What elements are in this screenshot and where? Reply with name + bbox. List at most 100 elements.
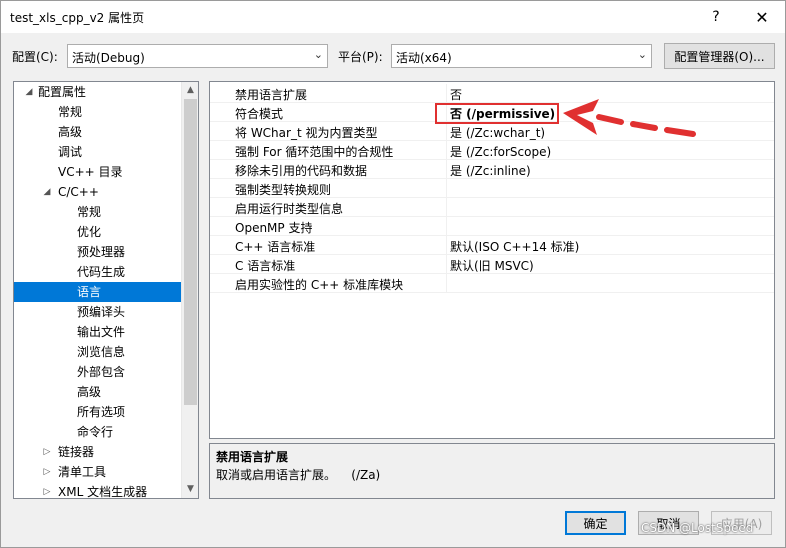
tree-item-label: 配置属性 [38,85,87,99]
property-pages-window: test_xls_cpp_v2 属性页 ? ✕ 配置(C): 活动(Debug)… [0,0,786,548]
column-divider [446,84,447,103]
annotation-highlight-box [435,103,559,124]
tree-item[interactable]: ▷ 链接器 [14,442,181,462]
tree-item[interactable]: 命令行 [14,422,181,442]
tree-item-label: 语言 [77,285,102,299]
tree-item[interactable]: VC++ 目录 [14,162,181,182]
property-row[interactable]: 启用运行时类型信息 [210,198,774,217]
property-row[interactable]: 移除未引用的代码和数据 是 (/Zc:inline) [210,160,774,179]
tree-item[interactable]: 常规 [14,102,181,122]
tree-item-label: 常规 [77,205,102,219]
column-divider [446,198,447,217]
tree-item-label: C/C++ [58,185,99,199]
tree-item-label: 所有选项 [77,405,126,419]
property-value[interactable]: 是 (/Zc:inline) [450,162,531,179]
property-name: 移除未引用的代码和数据 [235,164,368,178]
property-name: 强制 For 循环范围中的合规性 [235,145,394,159]
tree-item[interactable]: ◢ 配置属性 [14,82,181,102]
property-value[interactable]: 否 [450,86,462,103]
property-name: 启用运行时类型信息 [235,202,344,216]
property-row[interactable]: 强制 For 循环范围中的合规性 是 (/Zc:forScope) [210,141,774,160]
tree-scrollbar[interactable]: ▲ ▼ [181,82,198,498]
collapse-icon[interactable]: ◢ [42,182,52,202]
tree-item-label: 外部包含 [77,365,126,379]
tree-item-label: 预处理器 [77,245,126,259]
expand-icon[interactable]: ▷ [42,442,52,462]
property-row[interactable]: OpenMP 支持 [210,217,774,236]
property-row[interactable]: C++ 语言标准 默认(ISO C++14 标准) [210,236,774,255]
close-button[interactable]: ✕ [739,1,785,33]
help-icon: ? [712,9,720,25]
property-name: 禁用语言扩展 [235,88,308,102]
property-row[interactable]: 启用实验性的 C++ 标准库模块 [210,274,774,293]
tree-item[interactable]: ▷ XML 文档生成器 [14,482,181,499]
property-name: 将 WChar_t 视为内置类型 [235,126,378,140]
title-bar: test_xls_cpp_v2 属性页 ? ✕ [1,1,785,33]
tree-item[interactable]: ▷ 清单工具 [14,462,181,482]
chevron-down-icon: ⌄ [313,48,323,61]
tree-item-label: 高级 [77,385,102,399]
config-value: 活动(Debug) [72,51,145,65]
collapse-icon[interactable]: ◢ [24,82,34,102]
property-row[interactable]: C 语言标准 默认(旧 MSVC) [210,255,774,274]
scroll-up-icon[interactable]: ▲ [182,82,198,99]
tree-item-label: 链接器 [58,445,95,459]
tree-item[interactable]: 语言 [14,282,181,302]
tree-item-label: 代码生成 [77,265,126,279]
tree-item-label: 浏览信息 [77,345,126,359]
property-name: C 语言标准 [235,259,296,273]
property-value[interactable]: 默认(ISO C++14 标准) [450,238,579,255]
tree-item-label: 调试 [58,145,83,159]
tree-item-label: 高级 [58,125,83,139]
property-value[interactable]: 是 (/Zc:forScope) [450,143,551,160]
tree-item[interactable]: 输出文件 [14,322,181,342]
platform-combo[interactable]: 活动(x64) ⌄ [391,44,652,68]
chevron-down-icon: ⌄ [637,48,647,61]
tree-item[interactable]: 浏览信息 [14,342,181,362]
column-divider [446,236,447,255]
platform-label: 平台(P): [338,50,383,64]
property-value[interactable]: 默认(旧 MSVC) [450,257,534,274]
scroll-down-icon[interactable]: ▼ [182,481,198,498]
column-divider [446,217,447,236]
tree-item[interactable]: 优化 [14,222,181,242]
tree-item[interactable]: 预处理器 [14,242,181,262]
column-divider [446,255,447,274]
tree-item-label: 清单工具 [58,465,107,479]
tree-item[interactable]: 预编译头 [14,302,181,322]
tree-item-label: 输出文件 [77,325,126,339]
tree-item[interactable]: 外部包含 [14,362,181,382]
tree-item[interactable]: 高级 [14,382,181,402]
column-divider [446,179,447,198]
tree-item[interactable]: 调试 [14,142,181,162]
description-title: 禁用语言扩展 [216,450,289,464]
scroll-thumb[interactable] [184,99,197,405]
description-text: 取消或启用语言扩展。 (/Za) [216,468,381,482]
ok-button[interactable]: 确定 [565,511,626,535]
tree-item-label: 预编译头 [77,305,126,319]
column-divider [446,274,447,293]
expand-icon[interactable]: ▷ [42,462,52,482]
property-tree[interactable]: ◢ 配置属性 常规 高级 调试 VC++ 目录 ◢ C/C++ 常规 优化 预处理器 代码生成 语言 预编… [13,81,199,499]
tree-item[interactable]: 高级 [14,122,181,142]
property-name: 强制类型转换规则 [235,183,332,197]
tree-item[interactable]: ◢ C/C++ [14,182,181,202]
config-combo[interactable]: 活动(Debug) ⌄ [67,44,328,68]
column-divider [446,141,447,160]
config-manager-button[interactable]: 配置管理器(O)... [664,43,775,69]
property-value[interactable]: 是 (/Zc:wchar_t) [450,124,545,141]
tree-item-label: VC++ 目录 [58,165,123,179]
property-row[interactable]: 强制类型转换规则 [210,179,774,198]
property-name: 启用实验性的 C++ 标准库模块 [235,278,404,292]
tree-item[interactable]: 常规 [14,202,181,222]
window-title: test_xls_cpp_v2 属性页 [10,11,145,25]
tree-item[interactable]: 代码生成 [14,262,181,282]
column-divider [446,160,447,179]
property-name: C++ 语言标准 [235,240,316,254]
annotation-arrow-icon [563,99,696,137]
tree-item-label: XML 文档生成器 [58,485,148,499]
property-name: OpenMP 支持 [235,221,313,235]
expand-icon[interactable]: ▷ [42,482,52,498]
tree-item[interactable]: 所有选项 [14,402,181,422]
help-button[interactable]: ? [693,1,739,33]
